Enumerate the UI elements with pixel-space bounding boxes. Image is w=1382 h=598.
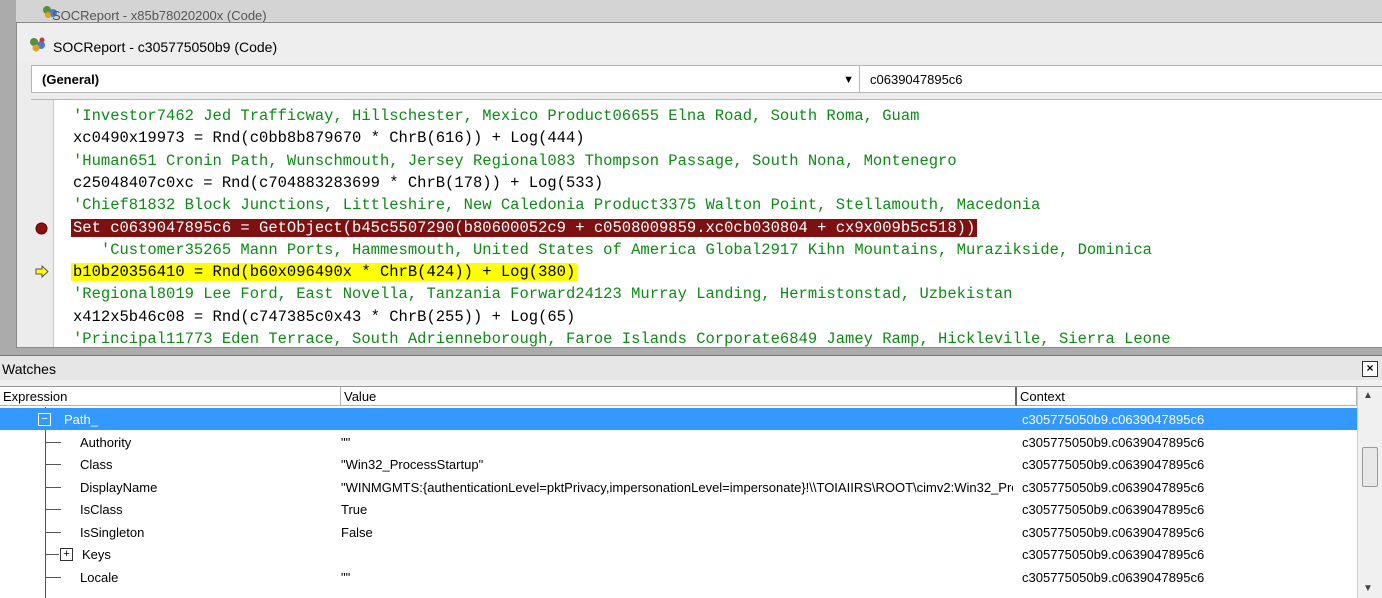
project-icon xyxy=(29,37,47,56)
watch-row[interactable]: DisplayName "WINMGMTS:{authenticationLeve… xyxy=(0,476,1357,498)
tree-connector: + xyxy=(40,543,80,565)
code-window-title: SOCReport - c305775050b9 (Code) xyxy=(53,39,278,55)
column-header-context[interactable]: Context xyxy=(1017,387,1357,406)
watch-context: c305775050b9.c0639047895c6 xyxy=(1022,412,1205,427)
code-line-text: 'Customer35265 Mann Ports, Hammesmouth, … xyxy=(73,240,1152,259)
column-header-expression[interactable]: Expression xyxy=(0,387,341,406)
watch-row[interactable]: IsSingleton False c305775050b9.c0639047895… xyxy=(0,521,1357,543)
code-line[interactable]: xc0490x19973 = Rnd(c0bb8b879670 * ChrB(6… xyxy=(73,127,585,149)
watch-value[interactable]: False xyxy=(341,525,1013,540)
watch-expression: Keys xyxy=(82,547,111,562)
code-line-text: 'Human651 Cronin Path, Wunschmouth, Jers… xyxy=(73,151,957,170)
procedure-dropdown[interactable]: c0639047895c6 xyxy=(859,65,1382,93)
tree-connector xyxy=(40,521,80,543)
watch-context: c305775050b9.c0639047895c6 xyxy=(1022,434,1205,450)
chevron-down-icon[interactable]: ▼ xyxy=(843,74,854,86)
watch-context: c305775050b9.c0639047895c6 xyxy=(1022,524,1205,540)
watch-expression: IsClass xyxy=(80,502,123,517)
vertical-scrollbar[interactable]: ▲ ▼ xyxy=(1357,387,1382,598)
code-line-text: 'Regional8019 Lee Ford, East Novella, Ta… xyxy=(73,285,1013,304)
code-line-text: Set c0639047895c6 = GetObject(b45c550729… xyxy=(71,218,978,237)
code-line-text: b10b20356410 = Rnd(b60x096490x * ChrB(42… xyxy=(71,263,578,282)
background-code-window[interactable]: SOCReport - x85b78020200x (Code) xyxy=(16,0,1382,23)
code-editor[interactable]: 'Investor7462 Jed Trafficway, Hillschest… xyxy=(31,99,1382,348)
watch-context: c305775050b9.c0639047895c6 xyxy=(1022,457,1205,472)
watch-row[interactable]: Locale "" c305775050b9.c0639047895c6 xyxy=(0,566,1357,588)
code-line[interactable]: x412x5b46c08 = Rnd(c747385c0x43 * ChrB(2… xyxy=(73,306,575,328)
watch-row[interactable]: Class "Win32_ProcessStartup" c305775050b9.… xyxy=(0,453,1357,475)
code-line[interactable]: 'Principal11773 Eden Terrace, South Adri… xyxy=(73,328,1171,348)
watch-value[interactable]: "" xyxy=(341,570,1013,585)
code-line-text: xc0490x19973 = Rnd(c0bb8b879670 * ChrB(6… xyxy=(73,129,585,148)
code-line-text: 'Investor7462 Jed Trafficway, Hillschest… xyxy=(73,107,920,125)
code-line[interactable]: 'Regional8019 Lee Ford, East Novella, Ta… xyxy=(73,283,1012,305)
watch-context: c305775050b9.c0639047895c6 xyxy=(1022,569,1205,585)
object-dropdown-value: (General) xyxy=(42,72,100,87)
tree-connector xyxy=(40,476,80,498)
watches-grid[interactable]: Expression Value Context − Path_ c30577505… xyxy=(0,386,1382,598)
watch-expression: Path_ xyxy=(64,412,98,427)
code-window-titlebar[interactable]: SOCReport - c305775050b9 (Code) xyxy=(17,23,1382,61)
watch-value[interactable]: True xyxy=(341,502,1013,517)
collapse-icon[interactable]: − xyxy=(38,413,51,426)
expand-icon[interactable]: + xyxy=(60,548,73,561)
code-line[interactable]: 'Human651 Cronin Path, Wunschmouth, Jers… xyxy=(73,150,957,172)
execution-arrow-icon xyxy=(35,264,50,281)
object-dropdown[interactable]: (General) ▼ xyxy=(31,65,863,93)
watch-value[interactable]: "Win32_ProcessStartup" xyxy=(341,457,1013,472)
watch-context: c305775050b9.c0639047895c6 xyxy=(1022,547,1205,562)
tree-connector xyxy=(40,431,80,453)
close-icon[interactable]: × xyxy=(1362,361,1378,377)
watch-expression: Locale xyxy=(80,569,119,585)
code-window[interactable]: SOCReport - c305775050b9 (Code) (General… xyxy=(16,22,1382,348)
tree-connector xyxy=(40,498,80,520)
watch-expression: Class xyxy=(80,457,113,472)
code-line[interactable]: 'Investor7462 Jed Trafficway, Hillschest… xyxy=(73,105,919,127)
watch-row[interactable]: + Keys c305775050b9.c0639047895c6 xyxy=(0,543,1357,565)
column-header-value[interactable]: Value xyxy=(341,387,1017,406)
code-line-text: c25048407c0xc = Rnd(c704883283699 * ChrB… xyxy=(73,173,604,192)
code-line[interactable]: 'Customer35265 Mann Ports, Hammesmouth, … xyxy=(73,239,1152,261)
code-line[interactable]: c25048407c0xc = Rnd(c704883283699 * ChrB… xyxy=(73,172,603,194)
code-line-text: 'Chief81832 Block Junctions, Littleshire… xyxy=(73,196,1041,215)
watch-expression: Authority xyxy=(80,434,132,450)
background-window-title: SOCReport - x85b78020200x (Code) xyxy=(52,8,267,23)
watch-context: c305775050b9.c0639047895c6 xyxy=(1022,502,1205,517)
code-line[interactable]: 'Chief81832 Block Junctions, Littleshire… xyxy=(73,194,1040,216)
code-line-text: x412x5b46c08 = Rnd(c747385c0x43 * ChrB(2… xyxy=(73,307,576,326)
watch-row[interactable]: Authority "" c305775050b9.c0639047895c6 xyxy=(0,431,1357,453)
procedure-dropdown-value: c0639047895c6 xyxy=(870,72,963,87)
watch-row[interactable]: − Path_ c305775050b9.c0639047895c6 xyxy=(0,408,1357,430)
code-line[interactable]: b10b20356410 = Rnd(b60x096490x * ChrB(42… xyxy=(71,261,578,283)
scroll-up-icon[interactable]: ▲ xyxy=(1363,390,1373,401)
watch-value[interactable]: "WINMGMTS:{authenticationLevel=pktPrivac… xyxy=(341,480,1013,495)
watch-expression: IsSingleton xyxy=(80,524,145,540)
watches-header: Watches × xyxy=(0,356,1382,380)
code-line-text: 'Principal11773 Eden Terrace, South Adri… xyxy=(73,330,1171,348)
scroll-thumb[interactable] xyxy=(1362,447,1378,487)
watch-context: c305775050b9.c0639047895c6 xyxy=(1022,479,1205,495)
tree-connector xyxy=(40,566,80,588)
scroll-down-icon[interactable]: ▼ xyxy=(1363,583,1373,594)
breakpoint-icon[interactable] xyxy=(35,222,48,238)
watches-pane: Watches × Expression Value Context − Path… xyxy=(0,355,1382,598)
watch-value[interactable]: "" xyxy=(341,435,1013,450)
watches-title: Watches xyxy=(2,361,56,377)
watch-expression: DisplayName xyxy=(80,479,158,495)
watch-row[interactable]: IsClass True c305775050b9.c0639047895c6 xyxy=(0,498,1357,520)
tree-connector xyxy=(40,453,80,475)
code-line[interactable]: Set c0639047895c6 = GetObject(b45c550729… xyxy=(71,217,978,239)
